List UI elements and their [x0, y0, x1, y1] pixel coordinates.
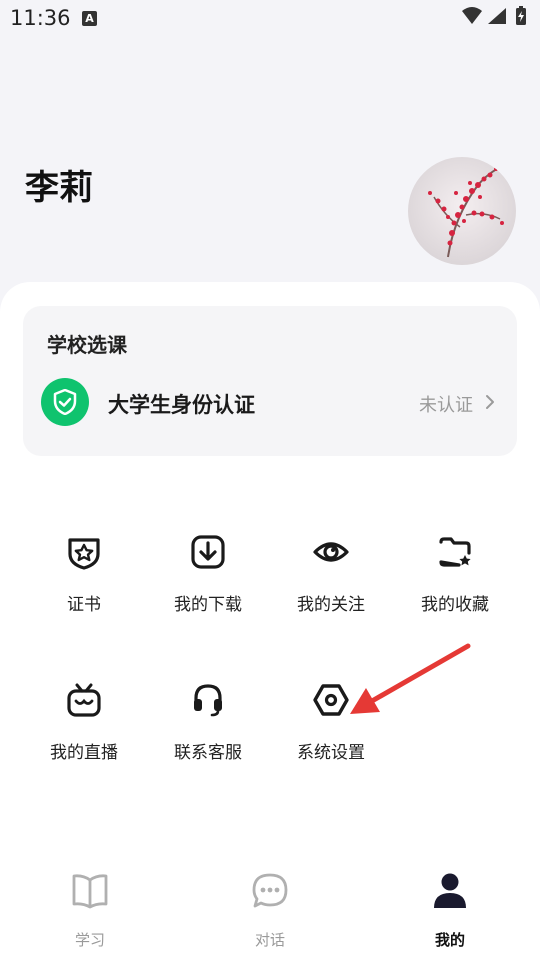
school-course-card: 学校选课 大学生身份认证 未认证 [23, 306, 517, 456]
chevron-right-icon [485, 394, 495, 414]
grid-item-contact-support[interactable]: 联系客服 [146, 682, 270, 778]
signal-icon [488, 8, 506, 24]
system-status-icons [460, 6, 532, 32]
settings-hexagon-icon [313, 682, 349, 718]
download-icon [190, 534, 226, 570]
book-icon [71, 872, 109, 910]
avatar[interactable] [408, 157, 516, 265]
user-name: 李莉 [25, 168, 93, 208]
grid-item-my-follows[interactable]: 我的关注 [269, 534, 393, 630]
headset-icon [190, 682, 226, 718]
grid-label: 联系客服 [174, 743, 242, 763]
certificate-icon [66, 534, 102, 570]
grid-label: 我的关注 [297, 595, 365, 615]
favorites-folder-icon [437, 534, 473, 570]
school-card-title: 学校选课 [47, 333, 127, 357]
verification-status: 未认证 [419, 395, 473, 416]
notification-icon: A [82, 11, 97, 26]
person-icon [431, 872, 469, 910]
tab-mine[interactable]: 我的 [390, 872, 510, 949]
tab-chat[interactable]: 对话 [210, 872, 330, 949]
grid-item-certificate[interactable]: 证书 [22, 534, 146, 630]
grid-item-my-live[interactable]: 我的直播 [22, 682, 146, 778]
grid-item-system-settings[interactable]: 系统设置 [269, 682, 393, 778]
status-time: 11:36 [10, 6, 71, 30]
grid-label: 我的下载 [174, 595, 242, 615]
chat-icon [251, 872, 289, 910]
grid-label: 证书 [67, 595, 101, 615]
student-verification-row[interactable]: 大学生身份认证 未认证 [41, 376, 507, 428]
grid-item-my-favorites[interactable]: 我的收藏 [393, 534, 517, 630]
tab-label: 我的 [434, 931, 465, 949]
verification-label: 大学生身份认证 [108, 393, 255, 417]
grid-label: 我的收藏 [421, 595, 489, 615]
tab-label: 学习 [74, 931, 105, 949]
grid-label: 系统设置 [297, 743, 365, 763]
battery-icon [516, 6, 526, 25]
tab-label: 对话 [254, 931, 285, 949]
grid-item-my-downloads[interactable]: 我的下载 [146, 534, 270, 630]
bottom-navigation: 学习 对话 我的 [0, 860, 540, 960]
status-bar: 11:36 A [0, 0, 540, 36]
eye-icon [313, 534, 349, 570]
shield-check-icon [41, 378, 89, 426]
wifi-icon [462, 7, 482, 24]
tab-study[interactable]: 学习 [30, 872, 150, 949]
grid-label: 我的直播 [50, 743, 118, 763]
tv-icon [66, 682, 102, 718]
